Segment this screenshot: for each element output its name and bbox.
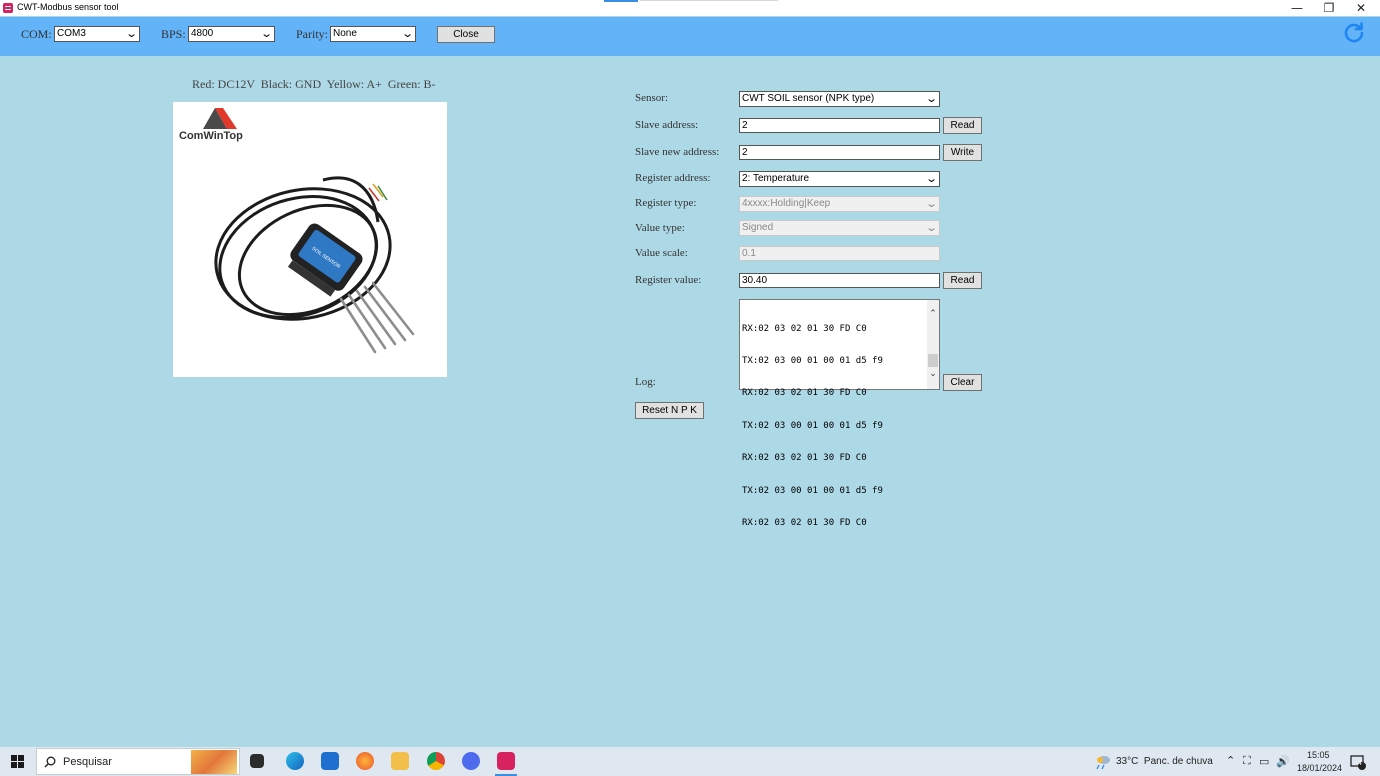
value-type-value: Signed: [742, 222, 774, 233]
weather-text[interactable]: 33°C Panc. de chuva: [1116, 756, 1213, 767]
bps-select[interactable]: 4800 ⌄: [188, 26, 275, 42]
connection-toolbar: COM: COM3 ⌄ BPS: 4800 ⌄ Parity: None ⌄ C…: [0, 17, 1380, 56]
com-select[interactable]: COM3 ⌄: [54, 26, 140, 42]
value-type-select: Signed ⌄: [739, 220, 940, 236]
log-line: TX:02 03 00 01 00 01 d5 f9: [742, 355, 883, 366]
slave-address-label: Slave address:: [635, 119, 699, 131]
title-tab-strip: [640, 0, 778, 1]
sensor-label: Sensor:: [635, 92, 668, 104]
chevron-down-icon: ⌄: [124, 28, 138, 40]
sensor-photo: ComWinTop SOIL SENSOR: [173, 102, 447, 377]
chevron-down-icon: ⌄: [400, 28, 414, 40]
register-type-label: Register type:: [635, 197, 697, 209]
slave-read-button[interactable]: Read: [943, 117, 982, 134]
parity-value: None: [333, 28, 357, 39]
register-value-input[interactable]: 30.40: [739, 273, 940, 288]
brand-logo-text: ComWinTop: [179, 130, 243, 142]
slave-new-address-label: Slave new address:: [635, 146, 720, 158]
firefox-icon[interactable]: [356, 752, 374, 770]
value-scale-label: Value scale:: [635, 247, 688, 259]
weather-rain-icon: [1096, 756, 1110, 770]
sensor-value: CWT SOIL sensor (NPK type): [742, 93, 875, 104]
clear-log-button[interactable]: Clear: [943, 374, 982, 391]
register-read-button[interactable]: Read: [943, 272, 982, 289]
chevron-up-icon[interactable]: ⌃: [1226, 754, 1235, 767]
discord-icon[interactable]: [462, 752, 480, 770]
wiring-info: Red: DC12V Black: GND Yellow: A+ Green: …: [192, 77, 436, 91]
log-line: TX:02 03 00 01 00 01 d5 f9: [742, 485, 883, 496]
com-value: COM3: [57, 28, 86, 39]
register-value-label: Register value:: [635, 274, 702, 286]
window-title: CWT-Modbus sensor tool: [17, 2, 119, 12]
log-line: RX:02 03 02 01 30 FD C0: [742, 453, 867, 464]
taskbar: Pesquisar 33°C Panc. de chuva ⌃ ⛶ ▭ 🔊 15…: [0, 747, 1380, 776]
register-address-label: Register address:: [635, 172, 711, 184]
close-window-button[interactable]: ✕: [1345, 0, 1377, 16]
parity-select[interactable]: None ⌄: [330, 26, 416, 42]
register-type-value: 4xxxx:Holding|Keep: [742, 198, 831, 209]
bps-label: BPS:: [161, 27, 186, 41]
slave-new-address-input[interactable]: 2: [739, 145, 940, 160]
chevron-down-icon: ⌄: [259, 28, 273, 40]
title-bar: CWT-Modbus sensor tool — ❐ ✕: [0, 0, 1380, 16]
register-address-value: 2: Temperature: [742, 173, 810, 184]
log-line: RX:02 03 02 01 30 FD C0: [742, 388, 867, 399]
log-scrollbar[interactable]: ⌃ ⌄: [927, 300, 939, 389]
soil-sensor-image: ComWinTop SOIL SENSOR: [179, 108, 415, 354]
log-label: Log:: [635, 376, 656, 388]
log-textarea[interactable]: RX:02 03 02 01 30 FD C0 TX:02 03 00 01 0…: [739, 299, 940, 528]
search-placeholder: Pesquisar: [63, 756, 112, 768]
taskbar-search[interactable]: Pesquisar: [36, 748, 240, 775]
close-port-button[interactable]: Close: [437, 26, 495, 43]
chevron-down-icon: ⌄: [924, 222, 938, 234]
chevron-down-icon: ⌄: [924, 198, 938, 210]
value-type-label: Value type:: [635, 222, 685, 234]
reset-npk-button[interactable]: Reset N P K: [635, 402, 704, 419]
slave-address-input[interactable]: 2: [739, 118, 940, 133]
people-icon[interactable]: ⛶: [1243, 755, 1251, 768]
search-highlight-image: [191, 750, 237, 774]
log-line: RX:02 03 02 01 30 FD C0: [742, 517, 867, 528]
log-line: RX:02 03 02 01 30 FD C0: [742, 323, 867, 334]
clock-date[interactable]: 18/01/2024: [1297, 763, 1342, 773]
slave-write-button[interactable]: Write: [943, 144, 982, 161]
scroll-thumb[interactable]: [928, 354, 938, 367]
app-icon: [3, 3, 13, 13]
speaker-icon[interactable]: 🔊: [1276, 755, 1290, 768]
file-explorer-icon[interactable]: [391, 752, 409, 770]
log-line: TX:02 03 00 01 00 01 d5 f9: [742, 420, 883, 431]
notification-count: 4: [1358, 760, 1362, 767]
edge-browser-icon[interactable]: [286, 752, 304, 770]
chrome-icon[interactable]: [427, 752, 445, 770]
parity-label: Parity:: [296, 27, 328, 41]
chevron-down-icon: ⌄: [924, 173, 938, 185]
chevron-down-icon: ⌄: [924, 93, 938, 105]
com-label: COM:: [21, 27, 52, 41]
scroll-down-icon[interactable]: ⌄: [928, 369, 938, 379]
register-type-select: 4xxxx:Holding|Keep ⌄: [739, 196, 940, 212]
network-icon[interactable]: ▭: [1259, 755, 1269, 768]
refresh-icon[interactable]: [1342, 21, 1366, 45]
minimize-button[interactable]: —: [1281, 0, 1313, 16]
scroll-up-icon[interactable]: ⌃: [928, 309, 938, 319]
search-icon: [44, 756, 56, 768]
modbus-tool-icon[interactable]: [497, 752, 515, 770]
clock-time[interactable]: 15:05: [1307, 750, 1330, 760]
log-lines: RX:02 03 02 01 30 FD C0 TX:02 03 00 01 0…: [742, 302, 883, 550]
task-view-icon[interactable]: [250, 754, 264, 768]
register-address-select[interactable]: 2: Temperature ⌄: [739, 171, 940, 187]
windows-start-icon[interactable]: [11, 755, 24, 768]
restore-button[interactable]: ❐: [1313, 0, 1345, 16]
bps-value: 4800: [191, 28, 214, 39]
value-scale-input: 0.1: [739, 246, 940, 261]
title-tab-indicator: [604, 0, 638, 2]
sensor-select[interactable]: CWT SOIL sensor (NPK type) ⌄: [739, 91, 940, 107]
microsoft-store-icon[interactable]: [321, 752, 339, 770]
